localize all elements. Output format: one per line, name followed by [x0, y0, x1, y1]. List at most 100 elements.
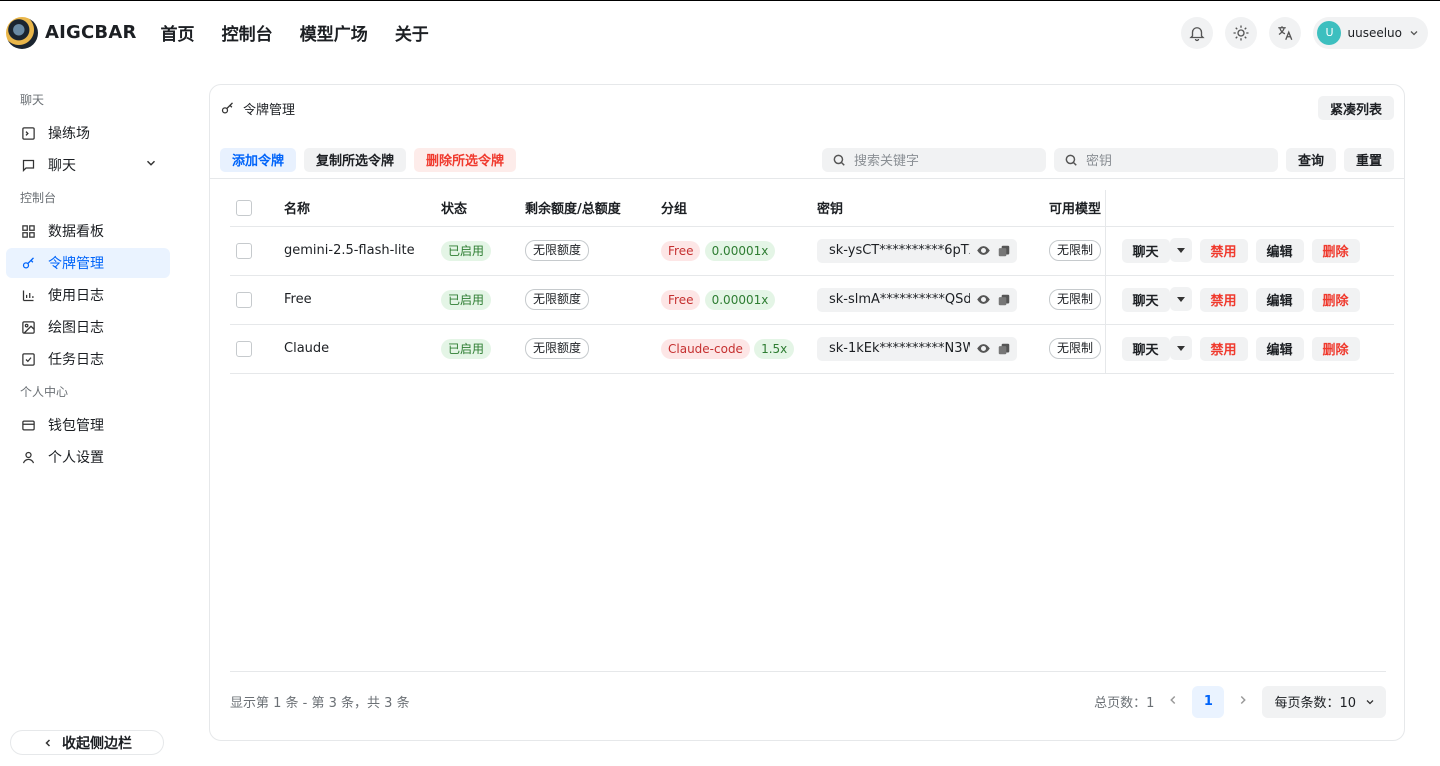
query-button[interactable]: 查询	[1285, 147, 1336, 172]
quota-badge: 无限额度	[525, 240, 590, 261]
nav-home[interactable]: 首页	[161, 25, 195, 45]
chat-dropdown-button[interactable]	[1169, 287, 1192, 312]
keyword-search-placeholder: 搜索关键字	[853, 154, 919, 169]
eye-icon[interactable]	[976, 243, 991, 258]
sidebar-item-playground[interactable]: 操练场	[6, 118, 170, 148]
sidebar: 聊天 操练场 聊天 控制台 数据看板 令牌管理 使用日志 绘图日志 任务日志 个…	[0, 84, 176, 766]
token-name: Claude	[284, 324, 441, 374]
chat-icon	[20, 157, 36, 173]
chevron-left-icon	[1170, 695, 1176, 704]
sidebar-item-tokens[interactable]: 令牌管理	[6, 248, 170, 278]
column-actions	[1104, 190, 1394, 227]
sidebar-item-label: 数据看板	[48, 224, 104, 240]
row-checkbox[interactable]	[236, 242, 252, 259]
table-row: gemini-2.5-flash-lite 已启用 无限额度 Free 0.00…	[230, 226, 1394, 276]
compact-list-button[interactable]: 紧凑列表	[1317, 96, 1394, 120]
sidebar-item-task-log[interactable]: 任务日志	[6, 344, 170, 374]
logo[interactable]	[6, 16, 38, 49]
theme-toggle-button[interactable]	[1225, 16, 1258, 49]
search-icon	[1064, 153, 1078, 167]
task-icon	[20, 351, 36, 367]
disable-button[interactable]: 禁用	[1199, 238, 1248, 263]
nav-model-plaza[interactable]: 模型广场	[300, 25, 368, 45]
sidebar-item-settings[interactable]: 个人设置	[6, 442, 170, 472]
user-menu[interactable]: U uuseeluo	[1313, 16, 1428, 49]
key-search-input[interactable]: 密钥	[1053, 147, 1278, 172]
main-nav: 首页 控制台 模型广场 关于	[161, 20, 451, 45]
row-checkbox[interactable]	[236, 340, 252, 357]
disable-button[interactable]: 禁用	[1199, 287, 1248, 312]
add-token-button[interactable]: 添加令牌	[220, 147, 297, 172]
sidebar-section-console: 控制台	[20, 191, 57, 205]
notifications-button[interactable]	[1181, 16, 1214, 49]
page-button-current[interactable]: 1	[1192, 685, 1225, 718]
key-icon	[20, 255, 36, 271]
username: uuseeluo	[1347, 25, 1402, 40]
key-display: sk-slmA**********QSdU	[817, 287, 1017, 312]
ratio-badge: 0.00001x	[704, 289, 776, 310]
key-text: sk-slmA**********QSdU	[829, 292, 970, 307]
sidebar-item-label: 使用日志	[48, 288, 104, 304]
copy-icon[interactable]	[997, 342, 1011, 356]
sidebar-item-chat[interactable]: 聊天	[6, 150, 170, 180]
reset-button[interactable]: 重置	[1343, 147, 1394, 172]
delete-button[interactable]: 删除	[1311, 336, 1360, 361]
models-badge: 无限制	[1049, 289, 1102, 310]
ratio-badge: 0.00001x	[704, 240, 776, 261]
eye-icon[interactable]	[976, 292, 991, 307]
prev-page-button[interactable]	[1166, 693, 1180, 711]
nav-console[interactable]: 控制台	[222, 25, 273, 45]
delete-selected-button[interactable]: 删除所选令牌	[414, 147, 517, 172]
chat-dropdown-button[interactable]	[1169, 238, 1192, 263]
select-all-checkbox[interactable]	[236, 199, 252, 216]
disable-button[interactable]: 禁用	[1199, 336, 1248, 361]
chat-button[interactable]: 聊天	[1121, 238, 1170, 263]
sidebar-item-usage-log[interactable]: 使用日志	[6, 280, 170, 310]
sidebar-item-wallet[interactable]: 钱包管理	[6, 410, 170, 440]
chevron-down-icon	[1366, 699, 1374, 704]
keyword-search-input[interactable]: 搜索关键字	[821, 147, 1046, 172]
copy-icon[interactable]	[997, 244, 1011, 258]
sidebar-item-drawing-log[interactable]: 绘图日志	[6, 312, 170, 342]
sidebar-section-chat: 聊天	[20, 93, 45, 107]
dashboard-icon	[20, 223, 36, 239]
page-size-select[interactable]: 每页条数：10	[1262, 685, 1386, 718]
nav-about[interactable]: 关于	[395, 25, 429, 45]
collapse-sidebar-button[interactable]: 收起侧边栏	[10, 730, 164, 755]
sidebar-item-dashboard[interactable]: 数据看板	[6, 216, 170, 246]
edit-button[interactable]: 编辑	[1255, 287, 1304, 312]
delete-button[interactable]: 删除	[1311, 238, 1360, 263]
brand-name[interactable]: AIGCBAR	[45, 22, 137, 43]
user-icon	[20, 449, 36, 465]
card-header: 令牌管理 紧凑列表	[210, 85, 1404, 131]
chat-button[interactable]: 聊天	[1121, 336, 1170, 361]
edit-button[interactable]: 编辑	[1255, 238, 1304, 263]
copy-selected-button[interactable]: 复制所选令牌	[304, 147, 407, 172]
chevron-down-icon[interactable]	[144, 156, 158, 174]
status-badge: 已启用	[441, 289, 492, 310]
delete-button[interactable]: 删除	[1311, 287, 1360, 312]
sidebar-item-label: 令牌管理	[48, 256, 104, 272]
chat-dropdown-button[interactable]	[1169, 336, 1192, 361]
eye-icon[interactable]	[976, 341, 991, 356]
sidebar-item-label: 聊天	[48, 158, 76, 174]
models-badge: 无限制	[1049, 338, 1102, 359]
key-display: sk-ysCT**********6pTX	[817, 238, 1017, 263]
image-icon	[20, 319, 36, 335]
sidebar-section-personal: 个人中心	[20, 385, 69, 399]
copy-icon[interactable]	[997, 293, 1011, 307]
caret-down-icon	[1176, 346, 1185, 352]
row-checkbox[interactable]	[236, 291, 252, 308]
edit-button[interactable]: 编辑	[1255, 336, 1304, 361]
sidebar-item-label: 任务日志	[48, 352, 104, 368]
chat-button[interactable]: 聊天	[1121, 287, 1170, 312]
column-key: 密钥	[817, 190, 1049, 227]
key-text: sk-1kEk**********N3WI	[829, 341, 970, 356]
pagination-summary: 显示第 1 条 - 第 3 条，共 3 条	[230, 696, 410, 711]
status-badge: 已启用	[441, 240, 492, 261]
sun-icon	[1233, 25, 1249, 40]
sidebar-item-label: 个人设置	[48, 450, 104, 466]
next-page-button[interactable]	[1236, 693, 1250, 711]
language-button[interactable]	[1269, 16, 1302, 49]
playground-icon	[20, 125, 36, 141]
